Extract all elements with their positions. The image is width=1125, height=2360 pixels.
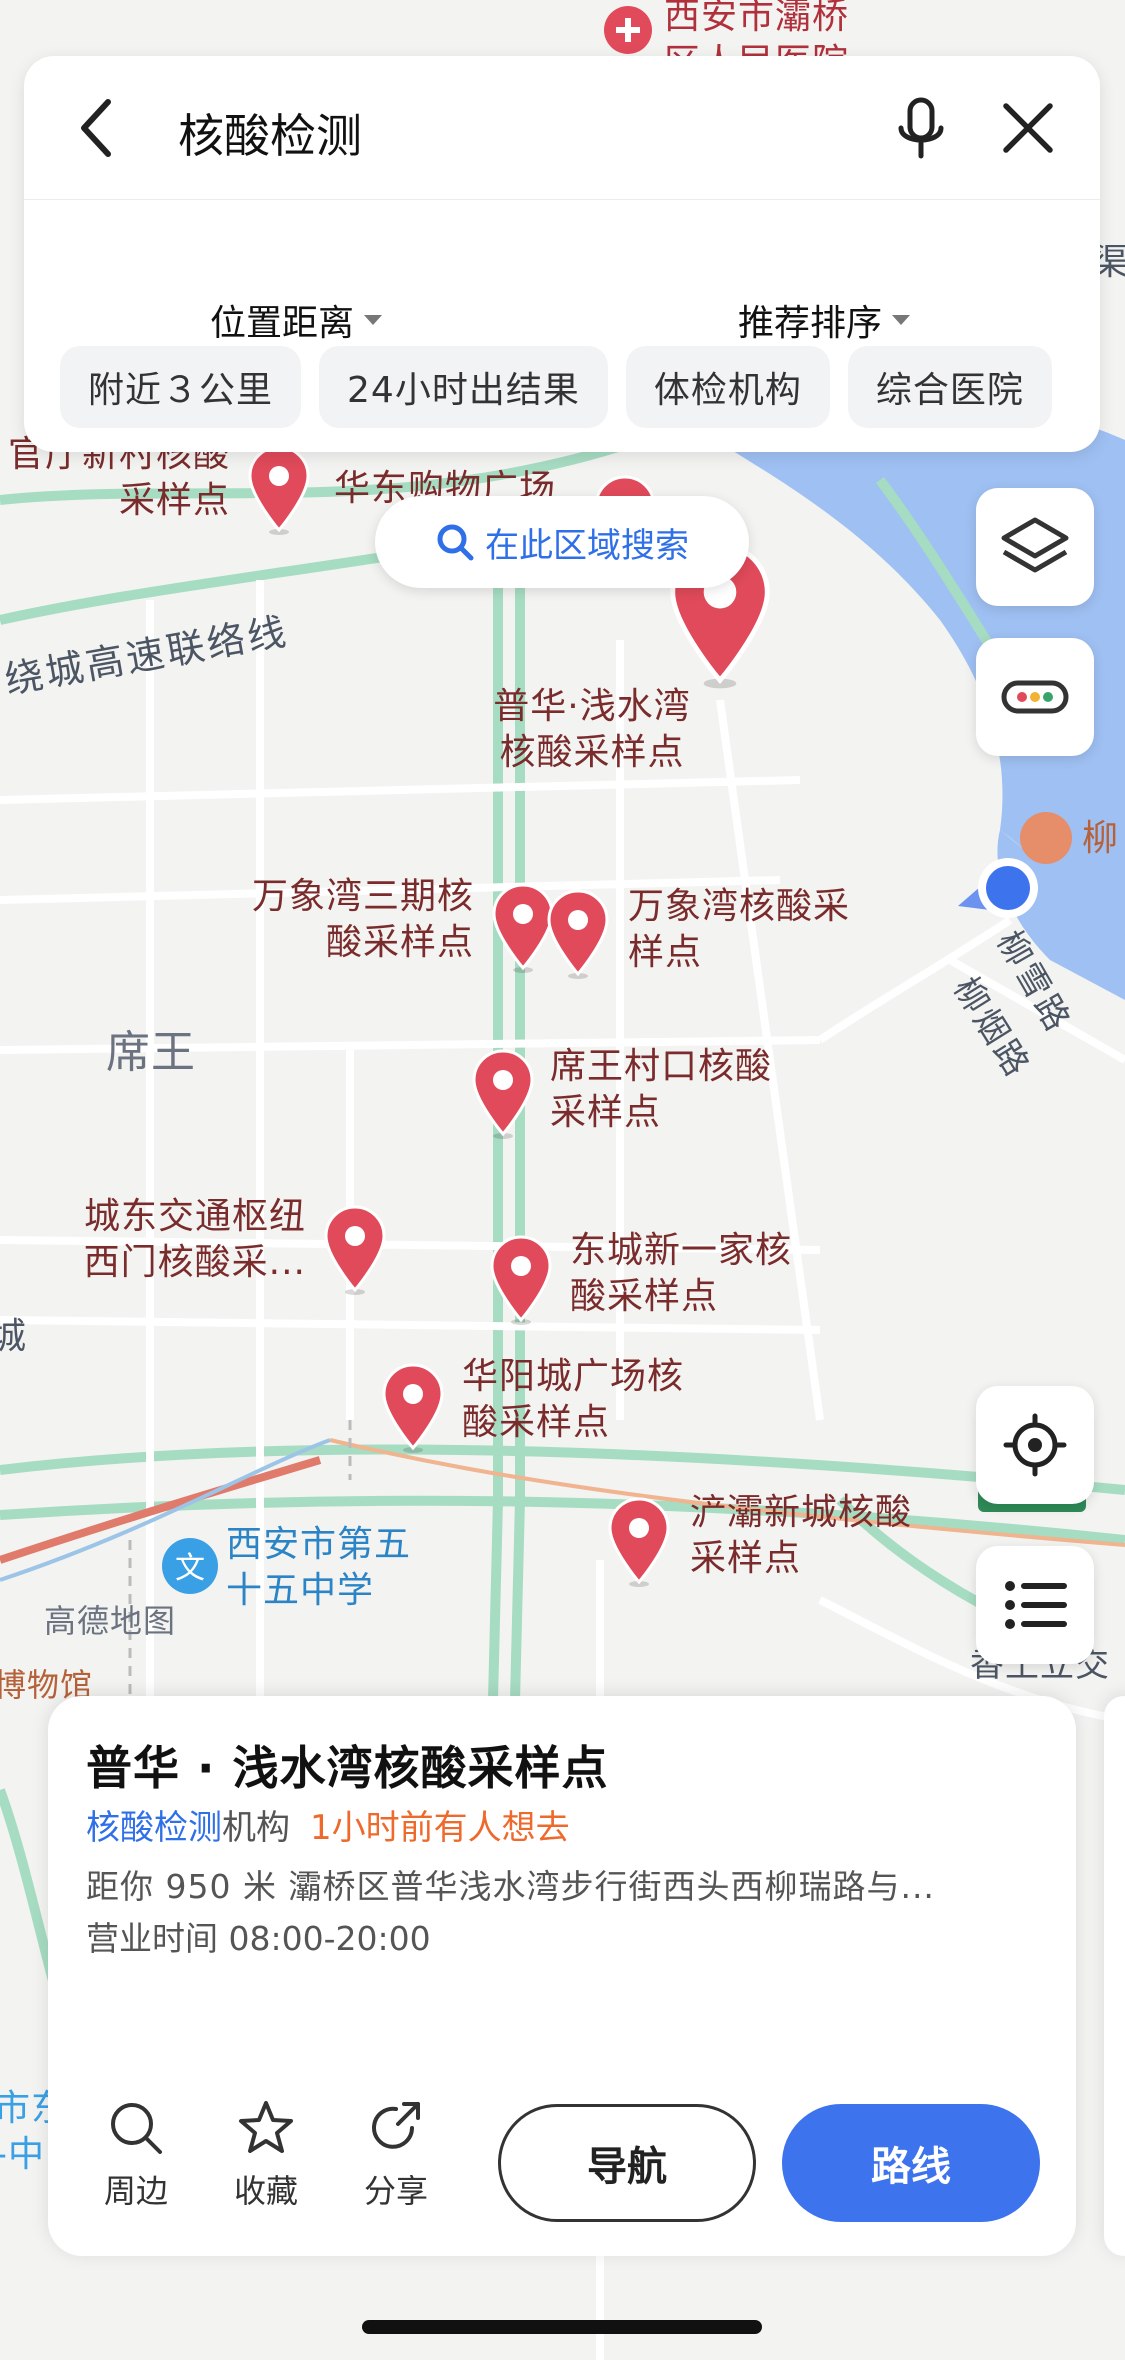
map-pin-marker[interactable] — [322, 1204, 388, 1296]
navigate-label: 导航 — [587, 2144, 667, 2190]
filter-chip[interactable]: 24小时出结果 — [319, 346, 608, 428]
map-pin-marker[interactable] — [545, 888, 611, 980]
map-pin-icon — [324, 1205, 386, 1295]
microphone-icon — [898, 97, 944, 159]
sort-recommend-label: 推荐排序 — [738, 303, 883, 344]
favorite-button[interactable]: 收藏 — [216, 2098, 316, 2212]
crosshair-icon — [1003, 1413, 1067, 1477]
filter-chip[interactable]: 体检机构 — [625, 346, 830, 428]
filter-chip[interactable]: 附近３公里 — [60, 346, 302, 428]
poi-distance-address: 距你 950 米 灞桥区普华浅水湾步行街西头西柳瑞路与... — [86, 1867, 935, 1906]
favorite-label: 收藏 — [233, 2172, 298, 2210]
temple-map-label[interactable]: 柳 — [1082, 816, 1119, 862]
next-result-card-peek[interactable] — [1104, 1696, 1125, 2256]
close-icon — [1003, 103, 1053, 153]
nearby-button[interactable]: 周边 — [86, 2098, 186, 2212]
school-map-label[interactable]: 西安市第五 十五中学 — [226, 1522, 411, 1614]
search-icon — [437, 524, 474, 561]
svg-text:文: 文 — [175, 1551, 205, 1586]
map-pin-marker[interactable] — [246, 444, 312, 536]
map-pin-icon — [608, 1497, 670, 1587]
map-pin-label[interactable]: 浐灞新城核酸 采样点 — [690, 1490, 912, 1582]
clear-search-button[interactable] — [996, 96, 1060, 160]
map-pin-marker[interactable] — [606, 1496, 672, 1588]
map-pin-label[interactable]: 东城新一家核 酸采样点 — [570, 1228, 792, 1320]
map-pin-label[interactable]: 城东交通枢纽 西门核酸采... — [66, 1194, 306, 1286]
map-pin-label[interactable]: 万象湾三期核 酸采样点 — [234, 874, 474, 966]
caret-down-icon — [364, 315, 383, 325]
map-pin-label[interactable]: 普华·浅水湾 核酸采样点 — [472, 684, 712, 776]
map-pin-marker[interactable] — [380, 1362, 446, 1454]
map-pin-label[interactable]: 万象湾核酸采 样点 — [628, 884, 850, 976]
caret-down-icon — [892, 315, 911, 325]
filter-chip-row: 附近３公里 24小时出结果 体检机构 综合医院 — [60, 346, 1052, 428]
route-label: 路线 — [871, 2144, 951, 2190]
map-watermark: 高德地图 — [44, 1602, 177, 1640]
route-button[interactable]: 路线 — [782, 2104, 1040, 2222]
poi-category-link[interactable]: 核酸检测 — [86, 1808, 222, 1848]
map-pin-label[interactable]: 华阳城广场核 酸采样点 — [462, 1354, 684, 1446]
map-pin-icon — [490, 1235, 552, 1325]
filter-chip[interactable]: 综合医院 — [847, 346, 1052, 428]
home-indicator — [362, 2320, 762, 2334]
chevron-left-icon — [81, 99, 111, 157]
poi-category-suffix: 机构 — [222, 1808, 290, 1848]
traffic-button[interactable] — [976, 638, 1094, 756]
poi-detail-card[interactable]: 普华 · 浅水湾核酸采样点 核酸检测机构 1小时前有人想去 距你 950 米 灞桥… — [48, 1696, 1076, 2256]
poi-tags: 核酸检测机构 1小时前有人想去 — [86, 1800, 570, 1849]
map-pin-marker[interactable] — [470, 1048, 536, 1140]
sort-distance-dropdown[interactable]: 位置距离 — [210, 294, 383, 346]
locate-me-button[interactable] — [976, 1386, 1094, 1504]
map-pin-icon — [547, 889, 609, 979]
search-input[interactable]: 核酸检测 — [178, 100, 362, 166]
map-edge-label-left: 城 — [0, 1316, 28, 1357]
map-pin-label[interactable]: 席王村口核酸 采样点 — [550, 1044, 772, 1136]
search-this-area-button[interactable]: 在此区域搜索 — [375, 496, 749, 588]
star-icon — [239, 2101, 293, 2153]
layers-icon — [1001, 517, 1069, 573]
share-label: 分享 — [363, 2172, 428, 2210]
sort-recommend-dropdown[interactable]: 推荐排序 — [738, 294, 911, 346]
map-pin-icon — [472, 1049, 534, 1139]
map-pin-marker[interactable] — [488, 1234, 554, 1326]
list-icon — [1005, 1581, 1067, 1629]
voice-search-button[interactable] — [886, 94, 956, 164]
traffic-icon — [1001, 680, 1069, 714]
back-button[interactable] — [64, 96, 128, 160]
poi-title: 普华 · 浅水湾核酸采样点 — [86, 1741, 609, 1795]
sort-bar: 位置距离 推荐排序 — [24, 200, 1100, 344]
map-pin-icon — [248, 445, 310, 535]
share-icon — [372, 2102, 420, 2149]
layers-button[interactable] — [976, 488, 1094, 606]
search-this-area-label: 在此区域搜索 — [485, 525, 689, 566]
poi-popularity-hint: 1小时前有人想去 — [310, 1808, 570, 1848]
district-label: 席王 — [106, 1027, 196, 1078]
search-bar: 核酸检测 — [24, 56, 1100, 200]
search-icon — [111, 2103, 162, 2154]
map-pin-icon — [382, 1363, 444, 1453]
poi-opening-hours: 营业时间 08:00-20:00 — [86, 1919, 431, 1958]
list-view-button[interactable] — [976, 1546, 1094, 1664]
navigate-button[interactable]: 导航 — [498, 2104, 756, 2222]
nearby-label: 周边 — [103, 2172, 168, 2210]
sort-distance-label: 位置距离 — [210, 303, 355, 344]
search-panel: 核酸检测 位置距离 推荐排序 附近３公里 24小时出结果 体检机构 综合医院 — [24, 56, 1100, 452]
share-button[interactable]: 分享 — [346, 2098, 446, 2212]
